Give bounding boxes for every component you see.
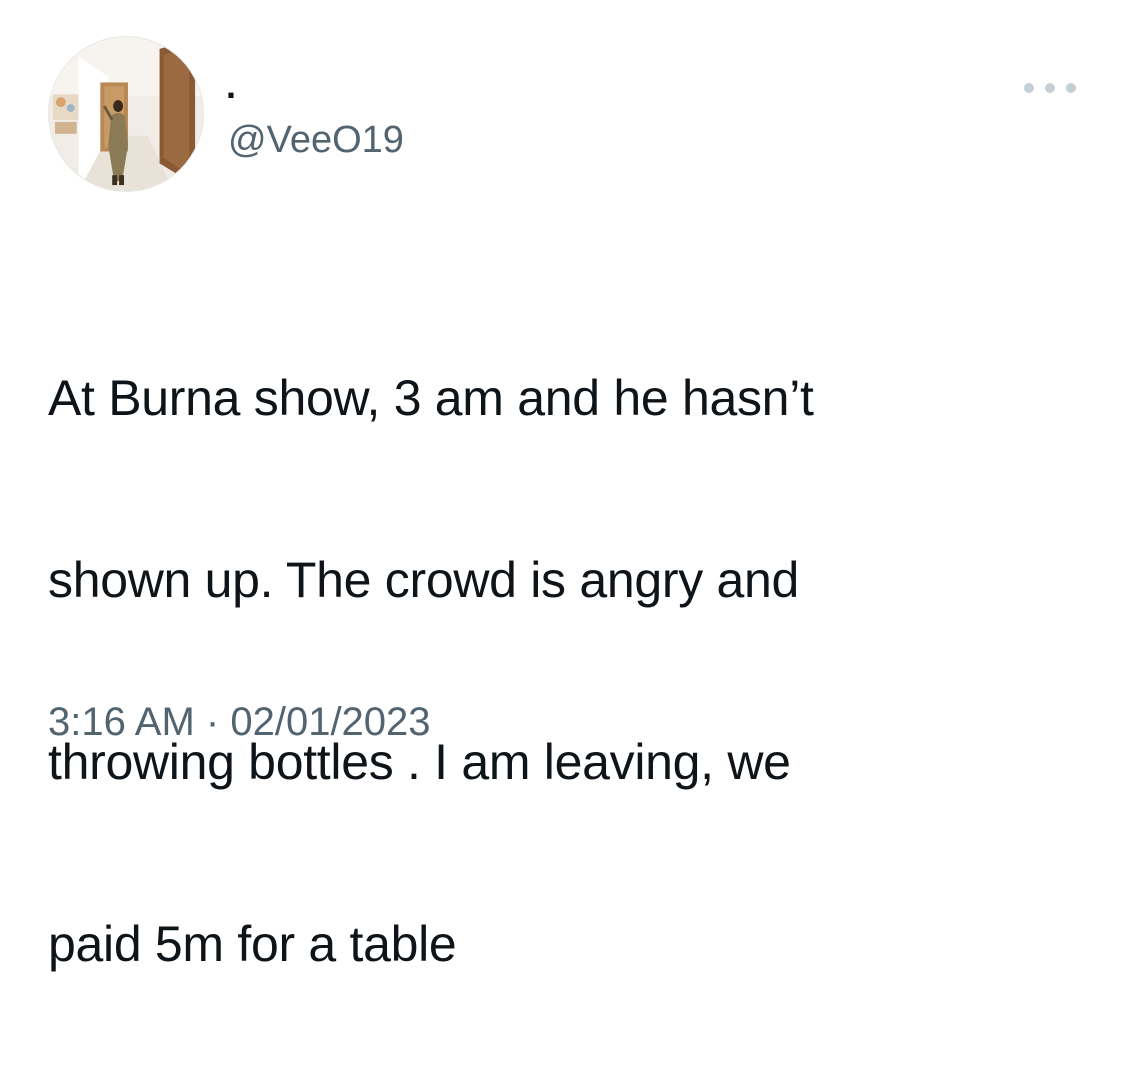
author-handle[interactable]: @VeeO19 — [228, 118, 404, 162]
tweet-card: . @VeeO19 At Burna show, 3 am and he has… — [0, 0, 1125, 972]
tweet-date: 02/01/2023 — [230, 700, 431, 744]
author-display-name[interactable]: . — [226, 66, 236, 106]
more-horizontal-icon-dot — [1066, 83, 1076, 93]
tweet-time: 3:16 AM — [48, 700, 195, 744]
tweet-text: At Burna show, 3 am and he hasn’t shown … — [48, 262, 1088, 1081]
more-options-button[interactable] — [1024, 74, 1076, 102]
tweet-timestamp[interactable]: 3:16 AM · 02/01/2023 — [48, 698, 431, 746]
tweet-text-line: shown up. The crowd is angry and — [48, 552, 800, 608]
meta-separator: · — [205, 700, 220, 744]
more-horizontal-icon-dot — [1045, 83, 1055, 93]
tweet-text-line: At Burna show, 3 am and he hasn’t — [48, 370, 814, 426]
profile-photo-icon — [49, 37, 203, 191]
author-avatar[interactable] — [48, 36, 204, 192]
more-horizontal-icon — [1024, 83, 1034, 93]
tweet-text-line: paid 5m for a table — [48, 916, 457, 972]
